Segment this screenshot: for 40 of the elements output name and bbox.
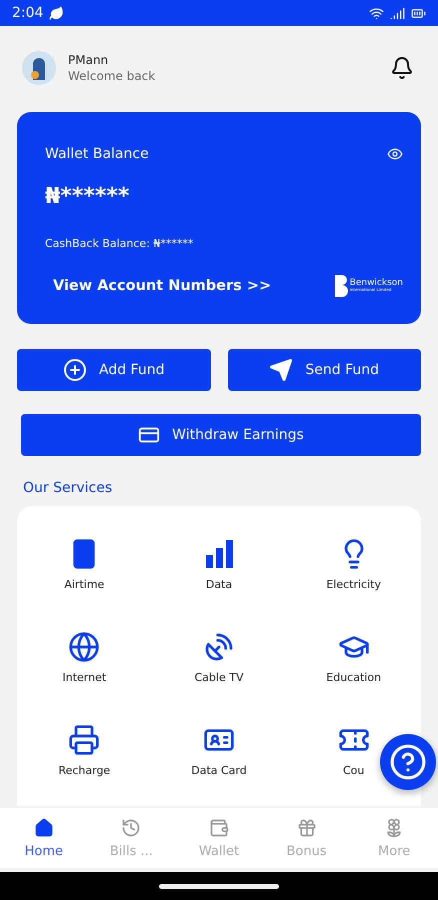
logo-icon bbox=[334, 274, 348, 298]
history-icon bbox=[121, 818, 142, 838]
service-item[interactable]: Recharge bbox=[58, 714, 110, 777]
notification-bell-icon[interactable] bbox=[390, 56, 414, 80]
greeting: Welcome back bbox=[68, 69, 156, 83]
wallet-balance: ₦****** bbox=[45, 184, 130, 209]
leaf-icon bbox=[49, 6, 64, 20]
card-title: Wallet Balance bbox=[45, 146, 149, 162]
gift-icon bbox=[296, 818, 317, 838]
action-button[interactable]: Add Fund bbox=[17, 349, 210, 391]
action-button[interactable]: Send Fund bbox=[228, 349, 421, 391]
help-icon bbox=[389, 743, 427, 781]
withdraw-button[interactable]: Withdraw Earnings bbox=[21, 414, 421, 456]
satellite-dish-icon bbox=[202, 631, 235, 663]
service-item[interactable]: Cou bbox=[338, 714, 370, 777]
service-item[interactable]: Electricity bbox=[326, 528, 381, 591]
status-time: 2:04 bbox=[12, 5, 44, 21]
home-icon bbox=[34, 818, 54, 838]
home-handle[interactable] bbox=[159, 884, 279, 888]
signal-icon bbox=[390, 6, 405, 20]
service-item[interactable]: Cable TV bbox=[194, 621, 244, 684]
account-numbers-link[interactable]: View Account Numbers >> bbox=[53, 278, 272, 294]
service-item[interactable]: Data Card bbox=[191, 714, 247, 777]
wallet-icon bbox=[208, 818, 229, 838]
cashback-balance: CashBack Balance: ₦****** bbox=[45, 237, 194, 250]
nav-tab[interactable]: Home bbox=[0, 808, 88, 868]
avatar[interactable] bbox=[22, 51, 56, 85]
printer-icon bbox=[68, 724, 100, 756]
user-name: PMann bbox=[68, 53, 110, 67]
section-title: Our Services bbox=[23, 480, 114, 496]
service-item[interactable]: Data bbox=[202, 528, 235, 591]
service-item[interactable]: Education bbox=[326, 621, 382, 684]
service-item[interactable]: Airtime bbox=[64, 528, 104, 591]
eye-icon[interactable] bbox=[387, 146, 403, 162]
send-icon bbox=[269, 358, 294, 382]
globe-icon bbox=[68, 631, 100, 663]
logo-name: Benwickson bbox=[350, 279, 403, 288]
wifi-icon bbox=[369, 6, 384, 20]
service-item[interactable]: Internet bbox=[62, 621, 106, 684]
plus-circle-icon bbox=[63, 358, 87, 382]
